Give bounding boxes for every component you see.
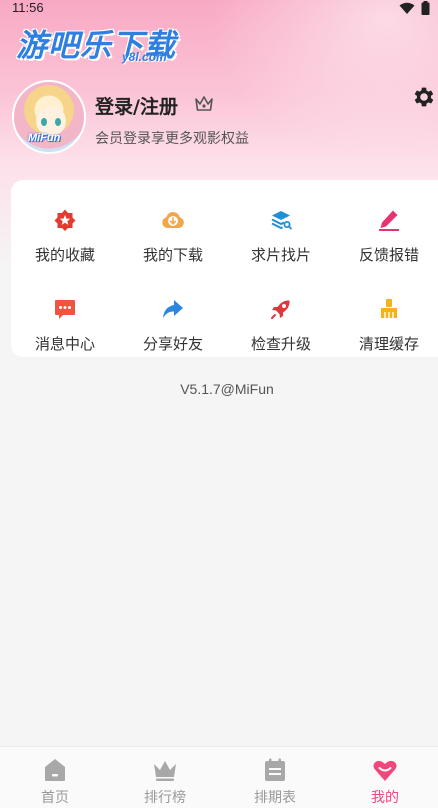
menu-item-label: 分享好友 xyxy=(142,335,203,353)
calendar-icon xyxy=(265,758,285,781)
version-text: V5.1.7@MiFun xyxy=(180,381,274,397)
avatar-eye-left xyxy=(41,118,47,126)
login-register-link[interactable]: 登录/注册 xyxy=(95,92,178,119)
menu-item-label: 我的下载 xyxy=(142,246,203,264)
menu-item-downloads[interactable]: 我的下载 xyxy=(119,190,227,270)
menu-item-label: 求片找片 xyxy=(250,246,311,264)
avatar[interactable]: MiFun xyxy=(12,80,86,154)
broom-icon xyxy=(381,299,397,318)
star-badge-icon xyxy=(54,209,76,231)
tab-label: 排行榜 xyxy=(144,790,186,806)
message-icon xyxy=(55,300,75,319)
battery-icon xyxy=(421,1,430,15)
menu-item-check-update[interactable]: 检查升级 xyxy=(227,279,335,359)
menu-item-label: 清理缓存 xyxy=(358,335,419,353)
menu-item-label: 反馈报错 xyxy=(358,246,419,264)
menu-item-label: 消息中心 xyxy=(34,335,95,353)
rocket-icon xyxy=(271,300,290,319)
feature-grid-card: 我的收藏 我的下载 求片找片 反馈报错 消息中心 分享好友 检查升级 清理缓存 xyxy=(11,180,438,357)
tab-schedule[interactable]: 排期表 xyxy=(220,747,330,808)
heart-icon xyxy=(373,760,397,781)
tab-label: 首页 xyxy=(41,790,69,806)
avatar-tag: MiFun xyxy=(28,132,61,144)
search-layers-icon xyxy=(271,211,292,230)
crown-icon xyxy=(154,761,176,781)
menu-item-feedback[interactable]: 反馈报错 xyxy=(335,190,438,270)
wifi-icon xyxy=(399,2,415,14)
status-time: 11:56 xyxy=(12,0,44,15)
share-icon xyxy=(163,300,183,318)
tab-mine[interactable]: 我的 xyxy=(330,747,438,808)
tab-ranking[interactable]: 排行榜 xyxy=(110,747,220,808)
status-icons xyxy=(399,1,430,15)
bottom-tab-bar: 首页 排行榜 排期表 我的 xyxy=(0,746,438,808)
tab-label: 排期表 xyxy=(254,790,296,806)
tab-label: 我的 xyxy=(371,790,399,806)
edit-pen-icon xyxy=(379,210,399,231)
cloud-download-icon xyxy=(162,212,184,228)
status-bar: 11:56 xyxy=(0,0,438,18)
menu-item-favorites[interactable]: 我的收藏 xyxy=(11,190,119,270)
app-logo: 游吧乐下载 y8l.com xyxy=(16,22,186,68)
login-subtitle: 会员登录享更多观影权益 xyxy=(95,131,249,147)
menu-item-request-movie[interactable]: 求片找片 xyxy=(227,190,335,270)
tab-home[interactable]: 首页 xyxy=(0,747,110,808)
menu-item-clear-cache[interactable]: 清理缓存 xyxy=(335,279,438,359)
menu-item-label: 我的收藏 xyxy=(34,246,95,264)
menu-item-label: 检查升级 xyxy=(250,335,311,353)
menu-item-share[interactable]: 分享好友 xyxy=(119,279,227,359)
avatar-eye-right xyxy=(55,118,61,126)
home-icon xyxy=(45,759,65,781)
settings-gear-icon[interactable] xyxy=(411,84,437,110)
menu-item-messages[interactable]: 消息中心 xyxy=(11,279,119,359)
vip-crown-icon xyxy=(195,96,213,111)
logo-subtitle: y8l.com xyxy=(122,50,167,64)
